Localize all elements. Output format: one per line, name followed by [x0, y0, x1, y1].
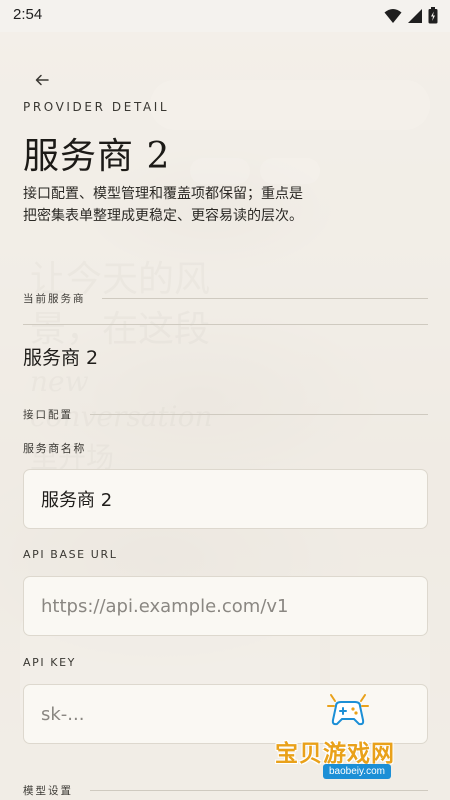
watermark-url: baobeiy.com — [323, 764, 391, 779]
provider-name-label: 服务商名称 — [23, 442, 86, 455]
interface-config-label: 接口配置 — [23, 409, 73, 421]
page-description: 接口配置、模型管理和覆盖项都保留；重点是把密集表单整理成更稳定、更容易读的层次。 — [23, 186, 303, 224]
status-time: 2:54 — [13, 6, 43, 23]
back-button[interactable] — [30, 68, 54, 92]
watermark-text: 宝贝游戏网 — [275, 741, 395, 767]
model-settings-label: 模型设置 — [23, 785, 73, 797]
api-base-url-input[interactable] — [23, 576, 428, 636]
api-key-label: API KEY — [23, 656, 76, 669]
api-base-url-label: API BASE URL — [23, 548, 118, 561]
provider-name-input[interactable] — [23, 469, 428, 529]
wifi-icon — [384, 8, 402, 28]
page-eyebrow: PROVIDER DETAIL — [23, 100, 170, 114]
arrow-left-icon — [35, 74, 49, 86]
section-divider — [23, 324, 428, 325]
current-provider-label: 当前服务商 — [23, 293, 86, 305]
current-provider-value: 服务商 2 — [23, 347, 99, 369]
site-watermark: 宝贝游戏网 baobeiy.com — [275, 684, 425, 779]
status-bar: 2:54 — [0, 0, 450, 32]
page-title: 服务商 2 — [23, 136, 171, 177]
battery-icon — [428, 7, 438, 28]
signal-icon — [407, 8, 423, 28]
section-divider — [102, 298, 428, 299]
gamepad-icon — [327, 694, 369, 726]
section-divider — [90, 790, 428, 791]
status-icons — [384, 7, 438, 28]
section-divider — [90, 414, 428, 415]
